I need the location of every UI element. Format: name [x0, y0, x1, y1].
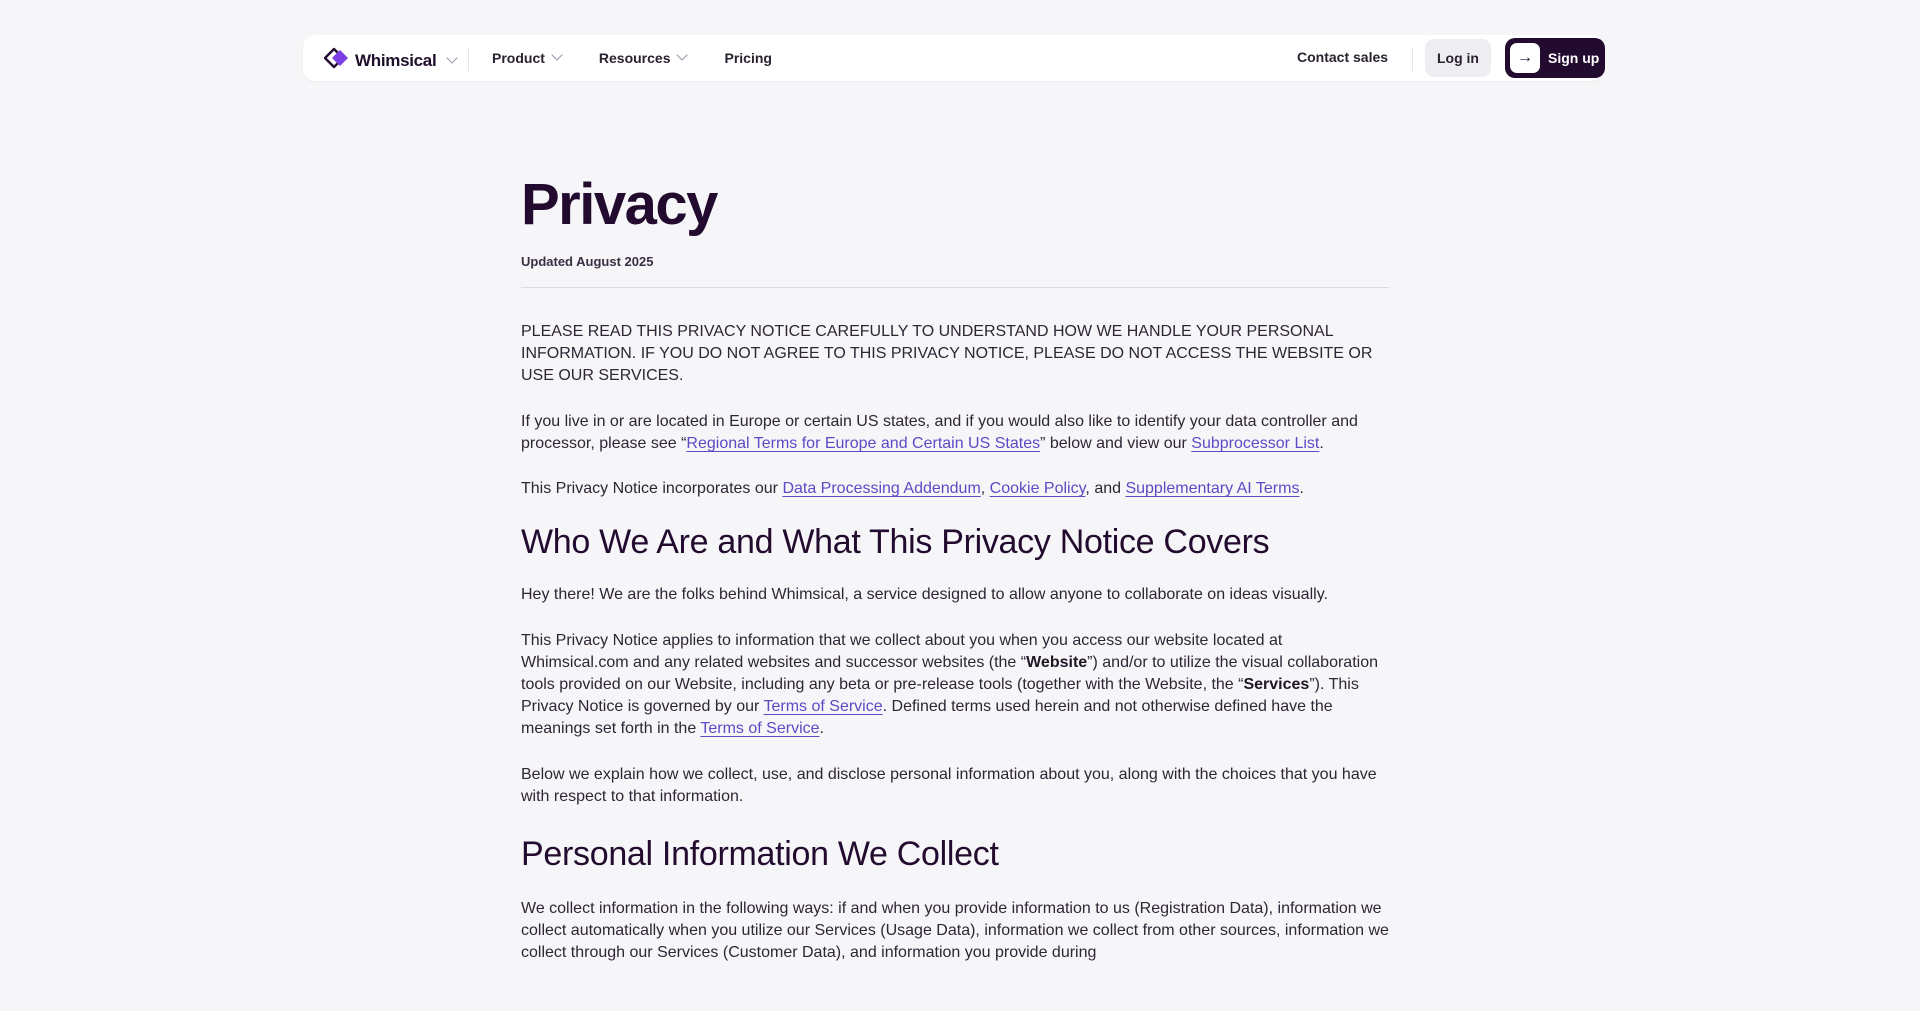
- text-span: This Privacy Notice incorporates our: [521, 480, 783, 497]
- chevron-down-icon: [676, 49, 689, 61]
- below-paragraph: Below we explain how we collect, use, an…: [521, 766, 1377, 805]
- signup-button[interactable]: → Sign up: [1505, 38, 1605, 78]
- supplementary-ai-terms-link[interactable]: Supplementary AI Terms: [1125, 480, 1299, 497]
- section-heading-who-we-are: Who We Are and What This Privacy Notice …: [521, 523, 1270, 561]
- nav-item-label: Resources: [598, 50, 671, 66]
- chevron-down-icon[interactable]: [446, 51, 459, 64]
- notice-paragraph: PLEASE READ THIS PRIVACY NOTICE CAREFULL…: [521, 323, 1373, 384]
- main-menu: Product Resources Pricing: [492, 35, 810, 81]
- subprocessor-list-link[interactable]: Subprocessor List: [1191, 435, 1319, 452]
- collect-paragraph: We collect information in the following …: [521, 900, 1389, 961]
- signup-label: Sign up: [1548, 50, 1600, 66]
- login-button[interactable]: Log in: [1425, 39, 1491, 77]
- chevron-down-icon: [551, 49, 563, 61]
- nav-item-pricing[interactable]: Pricing: [724, 50, 771, 66]
- text-span: ” below and view our: [1040, 435, 1192, 452]
- brand-name: Whimsical: [355, 50, 437, 70]
- nav-item-label: Pricing: [724, 50, 772, 66]
- nav-item-label: Product: [492, 50, 545, 66]
- intro-paragraph: Hey there! We are the folks behind Whims…: [521, 586, 1328, 603]
- europe-paragraph: If you live in or are located in Europe …: [521, 411, 1389, 455]
- nav-item-product[interactable]: Product: [492, 49, 563, 66]
- text-span: , and: [1085, 480, 1126, 497]
- section-heading-personal-information: Personal Information We Collect: [521, 835, 999, 873]
- nav-divider: [1412, 47, 1413, 71]
- terms-of-service-link[interactable]: Terms of Service: [763, 698, 882, 715]
- defined-term: Services: [1243, 676, 1310, 693]
- page-title: Privacy: [521, 172, 718, 237]
- nav-item-resources[interactable]: Resources: [598, 49, 689, 66]
- terms-of-service-link[interactable]: Terms of Service: [700, 720, 819, 737]
- privacy-content: Privacy Updated August 2025 PLEASE READ …: [521, 172, 1389, 964]
- brand-logo[interactable]: Whimsical: [323, 47, 459, 74]
- cookie-policy-link[interactable]: Cookie Policy: [990, 480, 1086, 497]
- top-navbar: Whimsical Product Resources Pricing Cont…: [303, 35, 1605, 81]
- text-span: ,: [980, 480, 990, 497]
- applies-paragraph: This Privacy Notice applies to informati…: [521, 630, 1389, 740]
- whimsical-logo-icon: [323, 47, 351, 74]
- nav-divider: [468, 47, 469, 71]
- data-processing-addendum-link[interactable]: Data Processing Addendum: [782, 480, 980, 497]
- arrow-right-icon: →: [1510, 43, 1540, 73]
- contact-sales-link[interactable]: Contact sales: [1297, 49, 1388, 65]
- text-span: .: [1319, 435, 1324, 452]
- text-span: .: [819, 720, 824, 737]
- incorporates-paragraph: This Privacy Notice incorporates our Dat…: [521, 478, 1389, 500]
- regional-terms-link[interactable]: Regional Terms for Europe and Certain US…: [686, 435, 1040, 452]
- divider: [521, 287, 1389, 288]
- text-span: .: [1299, 480, 1304, 497]
- updated-date: Updated August 2025: [521, 254, 654, 269]
- defined-term: Website: [1026, 654, 1088, 671]
